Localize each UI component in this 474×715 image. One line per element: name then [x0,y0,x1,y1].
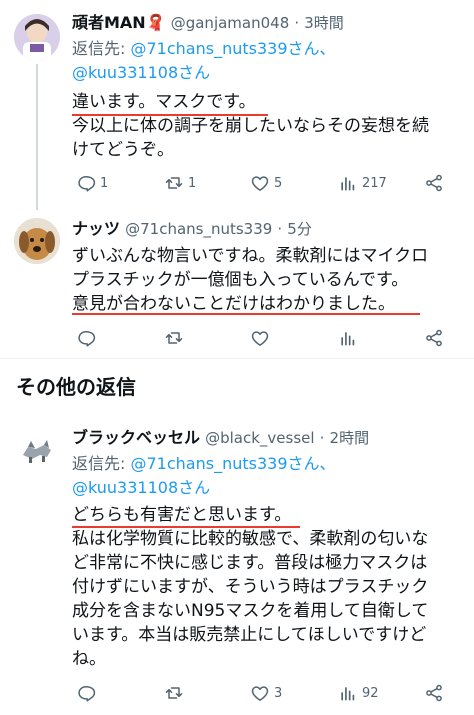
post-text-line: ど非常に不快に感じます。普段は極力マスクは [72,553,428,573]
like-button[interactable]: 3 [250,681,282,705]
reply-to-line-1: 返信先: @71chans_nuts339さん、 [72,38,336,60]
share-icon [426,174,442,192]
post-text-line: 私は化学物質に比較的敏感で、柔軟剤の匂いな [72,529,429,549]
like-button[interactable] [250,326,270,350]
user-handle[interactable]: @71chans_nuts339 [125,220,272,238]
like-count: 3 [274,685,283,701]
repost-count: 1 [188,175,197,191]
post-time[interactable]: 5分 [287,220,312,238]
share-button[interactable] [424,681,444,705]
reply-button[interactable]: 1 [76,171,108,195]
avatar-black-vessel[interactable] [14,427,60,473]
repost-button[interactable]: 1 [164,171,196,195]
repost-button[interactable] [164,326,184,350]
action-bar: 1 1 5 217 [72,171,452,195]
views-button[interactable]: 92 [338,681,379,705]
display-name[interactable]: ナッツ [72,219,120,238]
reply-icon [78,686,96,702]
separator: · [319,429,325,447]
like-icon [251,176,269,191]
reply-to-prefix: 返信先: [72,39,126,58]
views-count: 92 [362,685,379,701]
display-name[interactable]: ブラックベッセル [72,428,200,447]
repost-icon [165,687,183,699]
post-text-line: けてどうぞ。 [72,140,174,160]
share-button[interactable] [424,171,444,195]
post-text-line: プラスチックが一億個も入っているんです。 [72,270,409,290]
user-handle[interactable]: @black_vessel [205,429,314,447]
avatar-nuts[interactable] [14,218,60,264]
post-time[interactable]: 2時間 [330,429,370,447]
reply-to-handle-link[interactable]: @71chans_nuts339さん、 [131,39,336,58]
post-time[interactable]: 3時間 [304,14,344,32]
red-underline-annotation [72,114,268,116]
repost-icon [165,332,183,344]
section-divider [0,358,474,359]
action-bar [72,326,452,350]
red-underline-annotation [72,313,420,315]
post-text-line: どちらも有害だと思います。 [72,505,292,525]
reply-to-handle-link[interactable]: @kuu331108さん [72,478,210,497]
like-count: 5 [274,175,283,191]
like-button[interactable]: 5 [250,171,282,195]
post-text-line: 今以上に体の調子を崩したいならその妄想を続 [72,116,429,136]
post-text-line: います。本当は販売禁止にしてほしいですけど [72,625,427,645]
post-text: どちらも有害だと思います。 私は化学物質に比較的敏感で、柔軟剤の匂いな ど非常に… [72,503,468,671]
repost-button[interactable] [164,681,184,705]
views-icon [341,687,355,701]
post-text-line: ずいぶんな物言いですね。柔軟剤にはマイクロ [72,246,429,266]
share-button[interactable] [424,326,444,350]
more-replies-heading: その他の返信 [16,375,136,399]
user-handle[interactable]: @ganjaman048 [171,14,290,32]
reply-to-prefix: 返信先: [72,454,126,473]
post-header: ナッツ @71chans_nuts339 · 5分 [72,218,312,240]
like-icon [251,331,269,346]
avatar-ganjaman[interactable] [14,14,60,60]
post-text-line: ね。 [72,649,106,669]
share-icon [426,329,442,347]
reply-to-line-1: 返信先: @71chans_nuts339さん、 [72,453,336,475]
red-underline-annotation [72,526,300,528]
separator: · [294,14,300,32]
repost-icon [165,177,183,189]
views-button[interactable] [338,326,358,350]
views-button[interactable]: 217 [338,171,387,195]
views-icon [341,332,355,346]
reply-icon [78,331,96,347]
post-nuts[interactable]: ナッツ @71chans_nuts339 · 5分 ずいぶんな物言いですね。柔軟… [0,208,474,358]
post-text-line: 成分を含まないN95マスクを着用して自衛して [72,601,429,621]
reply-count: 1 [100,175,109,191]
reply-button[interactable] [76,681,96,705]
post-black-vessel[interactable]: ブラックベッセル @black_vessel · 2時間 返信先: @71cha… [0,415,474,715]
like-icon [251,686,269,701]
post-text-line: 違います。マスクです。 [72,92,256,112]
share-icon [426,684,442,702]
reply-icon [78,176,96,192]
reply-to-handle-link[interactable]: @kuu331108さん [72,63,210,82]
display-name[interactable]: 頑者MAN🧣 [72,13,166,32]
thread-line [36,64,38,210]
post-text-line: 付けずにいますが、そういう時はプラスチック [72,577,429,597]
post-text: 違います。マスクです。 今以上に体の調子を崩したいならその妄想を続 けてどうぞ。 [72,90,468,162]
post-ganjaman[interactable]: 頑者MAN🧣 @ganjaman048 · 3時間 返信先: @71chans_… [0,0,474,210]
views-icon [341,177,355,191]
reply-to-line-2: @kuu331108さん [72,477,210,499]
reply-to-handle-link[interactable]: @71chans_nuts339さん、 [131,454,336,473]
reply-button[interactable] [76,326,96,350]
post-text: ずいぶんな物言いですね。柔軟剤にはマイクロ プラスチックが一億個も入っているんで… [72,244,468,316]
post-header: 頑者MAN🧣 @ganjaman048 · 3時間 [72,12,344,34]
separator: · [277,220,283,238]
post-header: ブラックベッセル @black_vessel · 2時間 [72,427,369,449]
reply-to-line-2: @kuu331108さん [72,62,210,84]
views-count: 217 [362,175,387,191]
action-bar: 3 92 [72,681,452,705]
